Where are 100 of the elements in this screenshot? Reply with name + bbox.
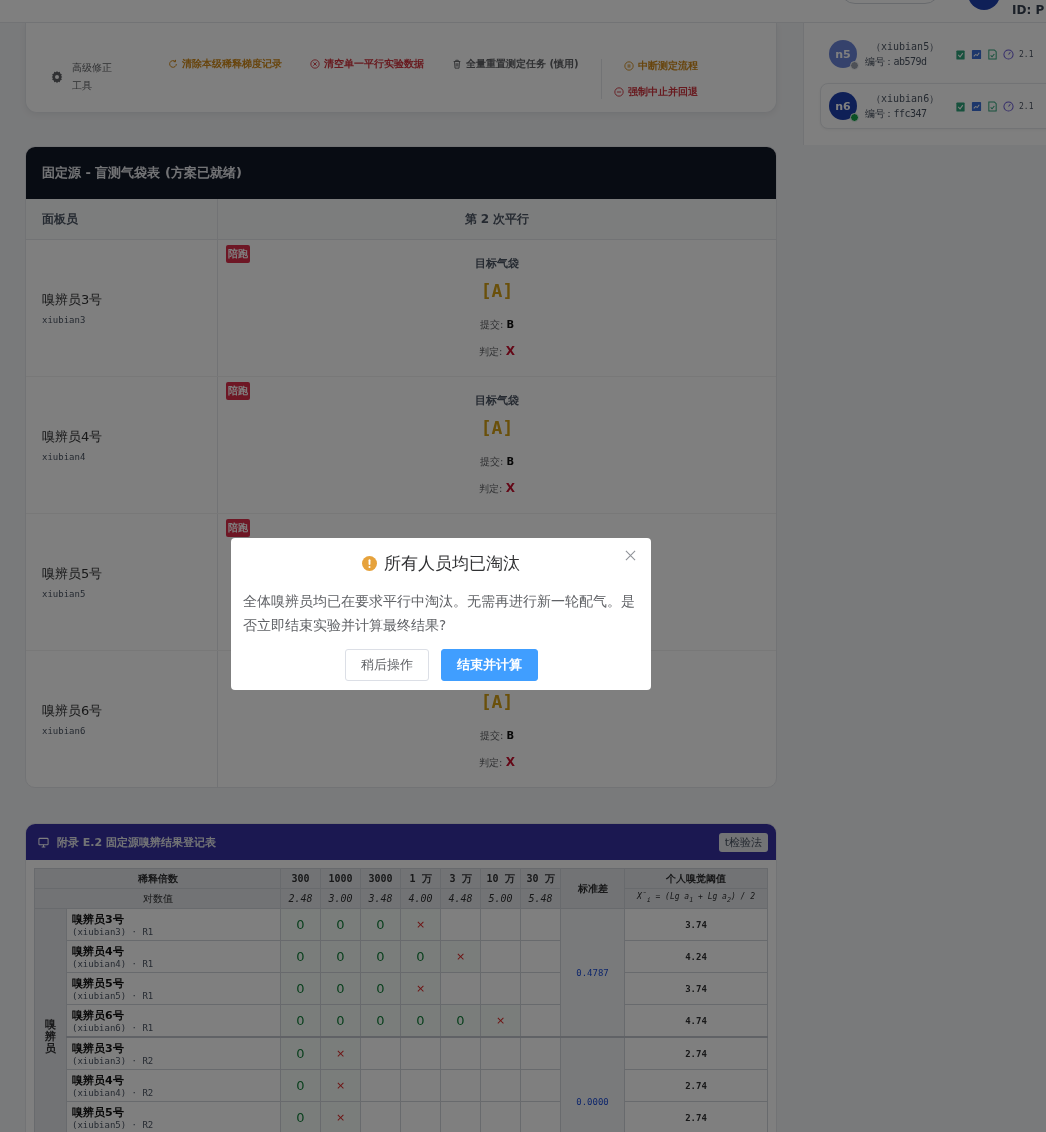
panelist-account: xiubian4: [42, 452, 87, 462]
member-card[interactable]: n6 （xiubian6） 编号：ffc347 2.1: [820, 83, 1046, 129]
tag: 陪跑: [226, 382, 250, 400]
table-header: 个人嗅觉阈值: [624, 868, 768, 889]
tag: 陪跑: [226, 519, 250, 537]
panelist-name: 嗅辨员6号: [72, 1008, 125, 1023]
result-mark: 0: [376, 981, 385, 996]
clipboard-check-icon[interactable]: [955, 48, 966, 60]
result-mark: ×: [455, 950, 466, 963]
threshold-value: 4.24: [685, 951, 707, 962]
result-mark: 0: [376, 949, 385, 964]
tool-button[interactable]: 清空单一平行实验数据: [310, 56, 424, 71]
document-check-icon[interactable]: [987, 100, 998, 112]
trash-icon: [452, 58, 462, 69]
user-id: ID: P: [1012, 3, 1045, 17]
table-header: 稀释倍数: [34, 868, 281, 889]
panelist-name: 嗅辨员3号: [72, 1041, 125, 1056]
panelist-name: 嗅辨员5号: [42, 565, 104, 583]
dialog-title: 所有人员均已淘汰: [384, 552, 520, 575]
member-score: 2.1: [1019, 101, 1034, 111]
table-header: 300: [280, 868, 321, 889]
card-title: 固定源 - 盲测气袋表 (方案已就绪): [42, 164, 242, 182]
threshold-value: 3.74: [685, 983, 707, 994]
result-mark: 0: [336, 917, 345, 932]
column-header: 面板员: [26, 199, 218, 239]
verdict: 判定: X: [479, 480, 515, 496]
member-account: （xiubian5）: [870, 39, 941, 54]
t-test-button[interactable]: t检验法: [718, 832, 768, 852]
clipboard-check-icon[interactable]: [955, 100, 966, 112]
table-header: 10 万: [480, 868, 521, 889]
verdict: 判定: X: [479, 754, 515, 770]
gauge-icon[interactable]: [1003, 48, 1014, 60]
standard-deviation: 0.0000: [576, 1096, 609, 1107]
gear-icon: [50, 69, 64, 84]
result-mark: 0: [296, 949, 305, 964]
result-mark: 0: [296, 1078, 305, 1093]
target-bag: [A]: [480, 279, 514, 301]
minus-circle-icon: [613, 86, 624, 97]
panelist-account: (xiubian5) · R2: [72, 1120, 155, 1130]
dialog-button[interactable]: 稍后操作: [344, 649, 429, 681]
gauge-icon[interactable]: [1003, 100, 1014, 112]
result-mark: ×: [415, 982, 426, 995]
dialog-button[interactable]: 结束并计算: [440, 649, 538, 681]
column-header: 第 2 次平行: [463, 210, 531, 228]
panelist-account: (xiubian6) · R1: [72, 1023, 155, 1033]
monitor-icon: [38, 836, 49, 848]
result-mark: 0: [416, 949, 425, 964]
table-header: 对数值: [34, 888, 281, 909]
result-mark: 0: [296, 1046, 305, 1061]
member-score: 2.1: [1019, 49, 1034, 59]
chart-icon[interactable]: [971, 100, 982, 112]
tool-button[interactable]: 清除本级稀释梯度记录: [168, 56, 282, 71]
result-mark: 0: [296, 917, 305, 932]
close-icon[interactable]: [625, 550, 636, 561]
panelist-name: 嗅辨员5号: [72, 1105, 125, 1120]
member-card[interactable]: n5 （xiubian5） 编号：ab579d 2.1: [820, 31, 1046, 77]
submitted-answer: 提交: B: [479, 455, 515, 469]
panelist-account: (xiubian3) · R2: [72, 1056, 155, 1066]
dialog-message: 全体嗅辨员均已在要求平行中淘汰。无需再进行新一轮配气。是否立即结束实验并计算最终结果?: [243, 592, 636, 635]
target-label: 目标气袋: [475, 255, 519, 271]
group-label: 嗅辨员: [45, 1018, 56, 1056]
target-bag: [A]: [480, 416, 514, 438]
result-mark: 0: [296, 981, 305, 996]
panelist-account: xiubian3: [42, 315, 87, 325]
member-avatar: n5: [829, 40, 857, 68]
table-header: 3 万: [440, 868, 481, 889]
close-circle-icon: [310, 58, 320, 69]
member-code: 编号：ab579d: [865, 54, 928, 69]
threshold-value: 3.74: [685, 919, 707, 930]
panelist-account: xiubian5: [42, 589, 87, 599]
panelist-name: 嗅辨员4号: [72, 1073, 125, 1088]
flow-button[interactable]: 强制中止并回退: [613, 84, 698, 99]
member-avatar: n6: [829, 92, 857, 120]
card-title: 附录 E.2 固定源嗅辨结果登记表: [57, 834, 217, 850]
panelist-account: (xiubian3) · R1: [72, 927, 155, 937]
tool-button[interactable]: 全量重置测定任务 (慎用): [452, 56, 579, 71]
threshold-value: 2.74: [685, 1048, 707, 1059]
member-code: 编号：ffc347: [865, 106, 928, 121]
submitted-answer: 提交: B: [479, 729, 515, 743]
panelist-account: (xiubian4) · R1: [72, 959, 155, 969]
panelist-account: (xiubian4) · R2: [72, 1088, 155, 1098]
document-check-icon[interactable]: [987, 48, 998, 60]
submitted-answer: 提交: B: [479, 318, 515, 332]
result-mark: 0: [296, 1110, 305, 1125]
flow-button[interactable]: 中断测定流程: [623, 58, 698, 73]
result-mark: 0: [336, 949, 345, 964]
standard-deviation: 0.4787: [576, 967, 609, 978]
result-mark: 0: [376, 917, 385, 932]
result-mark: ×: [495, 1014, 506, 1027]
panelist-name: 嗅辨员4号: [72, 944, 125, 959]
warning-icon: [362, 556, 377, 571]
threshold-value: 4.74: [685, 1015, 707, 1026]
member-account: （xiubian6）: [870, 91, 941, 106]
threshold-value: 2.74: [685, 1080, 707, 1091]
chart-icon[interactable]: [971, 48, 982, 60]
threshold-value: 2.74: [685, 1112, 707, 1123]
target-label: 目标气袋: [475, 392, 519, 408]
result-mark: ×: [335, 1079, 346, 1092]
result-mark: ×: [415, 918, 426, 931]
result-mark: 0: [456, 1013, 465, 1028]
